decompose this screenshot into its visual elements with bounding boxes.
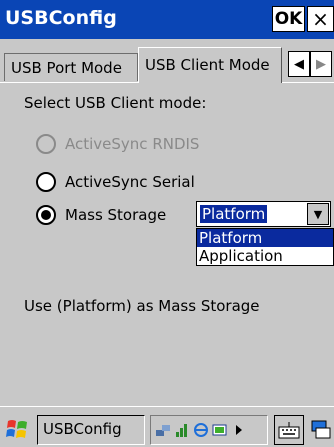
- tray-expand-icon[interactable]: [231, 422, 247, 438]
- combo-selected-value: Platform: [200, 205, 268, 223]
- tab-scroll-left-button[interactable]: ◀: [288, 51, 310, 77]
- window-title: USBConfig: [5, 7, 117, 29]
- dropdown-option-platform[interactable]: Platform: [197, 229, 333, 247]
- system-tray: [150, 415, 268, 445]
- ok-button[interactable]: OK: [272, 6, 305, 32]
- connection-icon[interactable]: [193, 422, 209, 438]
- radio-button-icon[interactable]: [36, 134, 56, 154]
- desktop-icon[interactable]: [308, 415, 334, 445]
- radio-label: ActiveSync Serial: [65, 173, 195, 191]
- storage-target-combo[interactable]: Platform ▼: [196, 201, 331, 227]
- taskbar-usbconfig-button[interactable]: USBConfig: [37, 415, 145, 445]
- radio-button-icon[interactable]: [36, 172, 56, 192]
- tab-scroll-right-button[interactable]: ▶: [310, 51, 332, 77]
- radio-label: Mass Storage: [65, 206, 167, 224]
- radio-activesync-serial[interactable]: ActiveSync Serial: [36, 170, 195, 194]
- tab-usb-client-mode[interactable]: USB Client Mode: [138, 47, 282, 83]
- network-icon[interactable]: [155, 422, 171, 438]
- chevron-down-icon[interactable]: ▼: [307, 203, 329, 225]
- radio-button-icon[interactable]: [36, 205, 56, 225]
- signal-icon[interactable]: [174, 422, 190, 438]
- combo-dropdown-list: Platform Application: [196, 228, 334, 266]
- close-button[interactable]: ×: [307, 6, 334, 32]
- taskbar: USBConfig: [0, 406, 334, 447]
- battery-icon[interactable]: [212, 422, 228, 438]
- dropdown-option-application[interactable]: Application: [197, 247, 333, 265]
- title-bar: USBConfig OK ×: [0, 0, 334, 39]
- usb-client-panel: Select USB Client mode: ActiveSync RNDIS…: [0, 82, 334, 406]
- status-text: Use (Platform) as Mass Storage: [24, 297, 260, 315]
- radio-mass-storage[interactable]: Mass Storage: [36, 203, 166, 227]
- radio-activesync-rndis[interactable]: ActiveSync RNDIS: [36, 132, 199, 156]
- radio-label: ActiveSync RNDIS: [65, 135, 200, 153]
- tab-strip: USB Port Mode USB Client Mode ◀ ▶: [0, 39, 334, 83]
- keyboard-icon[interactable]: [274, 415, 304, 445]
- mode-prompt-label: Select USB Client mode:: [24, 94, 207, 112]
- tab-usb-port-mode[interactable]: USB Port Mode: [4, 53, 138, 81]
- windows-start-icon[interactable]: [4, 415, 32, 443]
